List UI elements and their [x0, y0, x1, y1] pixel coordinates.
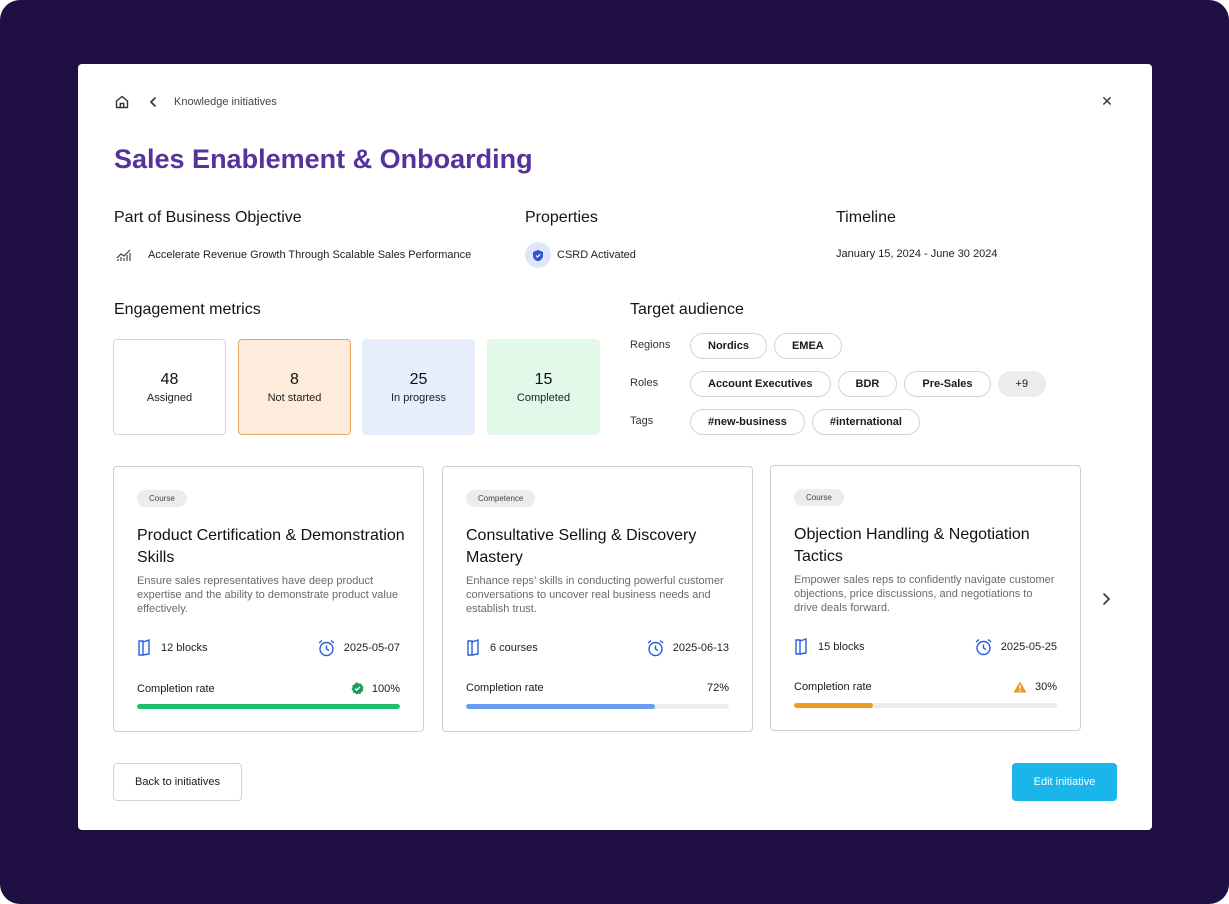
regions-label: Regions [630, 339, 671, 351]
card-count: 15 blocks [818, 641, 865, 653]
home-icon[interactable] [114, 94, 130, 110]
card-meta: 12 blocks 2025-05-07 [137, 639, 400, 657]
audience-heading: Target audience [630, 301, 744, 318]
card-date: 2025-05-25 [1000, 641, 1057, 653]
card-date: 2025-05-07 [343, 642, 400, 654]
metric-value: 48 [160, 370, 179, 388]
card-type-badge: Competence [466, 490, 536, 507]
initiative-card[interactable]: Course Product Certification & Demonstra… [113, 466, 424, 732]
metric-value: 8 [290, 370, 299, 388]
book-icon [467, 639, 479, 656]
progress-track [137, 704, 400, 709]
card-description: Ensure sales representatives have deep p… [137, 575, 399, 615]
book-icon [795, 638, 807, 655]
verified-check-icon [351, 682, 364, 695]
back-to-initiatives-button[interactable]: Back to initiatives [113, 763, 242, 801]
card-date: 2025-06-13 [672, 642, 729, 654]
roles-more-chip[interactable]: +9 [997, 371, 1047, 397]
initiative-card[interactable]: Course Objection Handling & Negotiation … [770, 465, 1081, 731]
alarm-clock-icon [647, 639, 664, 657]
initiative-card[interactable]: Competence Consultative Selling & Discov… [442, 466, 753, 732]
card-count: 6 courses [490, 642, 538, 654]
completion-row: Completion rate 72% [466, 682, 729, 694]
completion-row: Completion rate 100% [137, 682, 400, 695]
close-icon[interactable]: ✕ [1100, 94, 1114, 108]
card-description: Empower sales reps to confidently naviga… [794, 574, 1055, 614]
metric-completed[interactable]: 15 Completed [487, 339, 600, 435]
card-type-badge: Course [794, 489, 844, 506]
card-description: Enhance reps’ skills in conducting power… [466, 575, 724, 615]
card-meta: 6 courses 2025-06-13 [466, 639, 729, 657]
shield-icon [525, 242, 551, 268]
metric-value: 15 [534, 370, 553, 388]
breadcrumb-label[interactable]: Knowledge initiatives [174, 96, 277, 108]
metric-not-started[interactable]: 8 Not started [238, 339, 351, 435]
role-chip[interactable]: Pre-Sales [904, 371, 991, 397]
properties-row: CSRD Activated [525, 242, 636, 268]
book-icon [138, 639, 150, 656]
role-chip[interactable]: BDR [837, 371, 898, 397]
role-chip[interactable]: Account Executives [690, 371, 831, 397]
timeline-heading: Timeline [836, 209, 896, 226]
card-title: Consultative Selling & Discovery Mastery [466, 527, 697, 566]
progress-fill [794, 703, 873, 708]
completion-label: Completion rate [794, 681, 872, 693]
progress-track [794, 703, 1057, 708]
metric-label: Not started [267, 391, 322, 404]
progress-fill [137, 704, 400, 709]
completion-label: Completion rate [466, 682, 544, 694]
chevron-right-icon[interactable] [1098, 591, 1114, 607]
progress-fill [466, 704, 656, 709]
roles-label: Roles [630, 377, 659, 389]
metric-label: In progress [390, 391, 447, 404]
metric-label: Completed [516, 391, 571, 404]
roles-chips: Account Executives BDR Pre-Sales +9 [690, 371, 1047, 397]
tags-label: Tags [630, 415, 654, 427]
metric-label: Assigned [146, 391, 193, 404]
completion-value: 72% [706, 682, 729, 694]
chart-growth-icon [116, 249, 131, 261]
completion-value: 30% [1034, 681, 1057, 693]
timeline-value: January 15, 2024 - June 30 2024 [836, 248, 998, 260]
card-title: Objection Handling & Negotiation Tactics [794, 526, 1030, 565]
completion-value: 100% [371, 682, 400, 695]
objective-row: Accelerate Revenue Growth Through Scalab… [116, 246, 471, 264]
card-type-badge: Course [137, 490, 187, 507]
app-frame: Knowledge initiatives ✕ Sales Enablement… [0, 0, 1229, 904]
chevron-left-icon[interactable] [146, 95, 160, 109]
edit-initiative-button[interactable]: Edit initiative [1012, 763, 1117, 801]
progress-track [466, 704, 729, 709]
metric-in-progress[interactable]: 25 In progress [362, 339, 475, 435]
region-chip[interactable]: EMEA [773, 333, 842, 359]
regions-chips: Nordics EMEA [690, 333, 842, 359]
region-chip[interactable]: Nordics [690, 333, 767, 359]
initiative-dialog: Knowledge initiatives ✕ Sales Enablement… [78, 64, 1152, 830]
alarm-clock-icon [975, 638, 992, 656]
objective-heading: Part of Business Objective [114, 209, 302, 226]
metric-assigned[interactable]: 48 Assigned [113, 339, 226, 435]
tag-chip[interactable]: #new-business [690, 409, 805, 435]
card-meta: 15 blocks 2025-05-25 [794, 638, 1057, 656]
objective-value: Accelerate Revenue Growth Through Scalab… [148, 249, 472, 261]
completion-label: Completion rate [137, 682, 215, 695]
alarm-clock-icon [318, 639, 335, 657]
tags-chips: #new-business #international [690, 409, 920, 435]
completion-row: Completion rate 30% [794, 681, 1057, 693]
page-title: Sales Enablement & Onboarding [114, 144, 533, 174]
metric-value: 25 [409, 370, 428, 388]
tag-chip[interactable]: #international [811, 409, 920, 435]
properties-heading: Properties [525, 209, 598, 226]
card-title: Product Certification & Demonstration Sk… [137, 527, 405, 566]
breadcrumb: Knowledge initiatives [114, 94, 277, 110]
warning-icon [1013, 681, 1027, 693]
engagement-heading: Engagement metrics [114, 301, 261, 318]
card-count: 12 blocks [161, 642, 208, 654]
properties-value: CSRD Activated [557, 249, 636, 261]
